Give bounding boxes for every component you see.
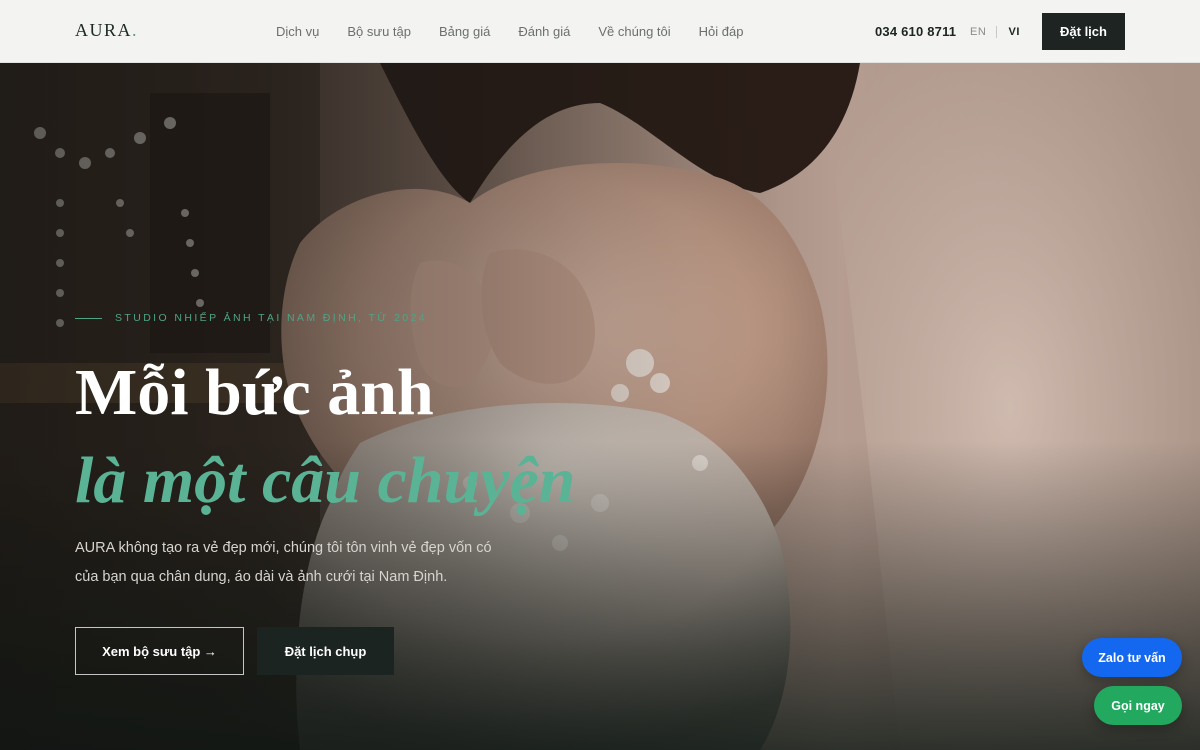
hero-title-line2: là một câu chuyện xyxy=(75,444,576,517)
hero-description: AURA không tạo ra vẻ đẹp mới, chúng tôi … xyxy=(75,540,492,585)
nav-item-about[interactable]: Về chúng tôi xyxy=(584,0,684,63)
main-nav: Dịch vụ Bộ sưu tập Bảng giá Đánh giá Về … xyxy=(262,0,757,63)
nav-item-services[interactable]: Dịch vụ xyxy=(262,0,333,63)
lang-vi[interactable]: VI xyxy=(1008,26,1020,38)
hero-title: Mỗi bức ảnh là một câu chuyện xyxy=(75,349,576,525)
lang-en[interactable]: EN xyxy=(970,26,986,38)
eyebrow-line xyxy=(75,317,102,319)
site-header: AURA. Dịch vụ Bộ sưu tập Bảng giá Đánh g… xyxy=(0,0,1200,63)
phone-number[interactable]: 034 610 8711 xyxy=(875,0,956,63)
brand-logo[interactable]: AURA. xyxy=(75,20,138,41)
view-collection-button[interactable]: Xem bộ sưu tập → xyxy=(75,627,244,675)
nav-item-collection[interactable]: Bộ sưu tập xyxy=(333,0,425,63)
hero-section: STUDIO NHIẾP ẢNH TẠI NAM ĐỊNH, TỪ 2024 M… xyxy=(0,63,1200,750)
nav-item-reviews[interactable]: Đánh giá xyxy=(504,0,584,63)
book-button[interactable]: Đặt lịch xyxy=(1042,13,1125,50)
hero-eyebrow: STUDIO NHIẾP ẢNH TẠI NAM ĐỊNH, TỪ 2024 xyxy=(75,312,427,324)
brand-name: AURA xyxy=(75,20,133,40)
hero-title-line1: Mỗi bức ảnh xyxy=(75,356,434,429)
nav-item-pricing[interactable]: Bảng giá xyxy=(425,0,504,63)
language-switcher: EN VI xyxy=(970,0,1020,63)
eyebrow-text: STUDIO NHIẾP ẢNH TẠI NAM ĐỊNH, TỪ 2024 xyxy=(115,312,427,324)
lang-divider xyxy=(996,25,998,38)
book-shoot-button[interactable]: Đặt lịch chụp xyxy=(257,627,394,675)
zalo-consult-button[interactable]: Zalo tư vấn xyxy=(1082,638,1182,677)
call-now-button[interactable]: Gọi ngay xyxy=(1094,686,1182,725)
brand-dot: . xyxy=(132,20,139,40)
nav-item-faq[interactable]: Hỏi đáp xyxy=(685,0,758,63)
